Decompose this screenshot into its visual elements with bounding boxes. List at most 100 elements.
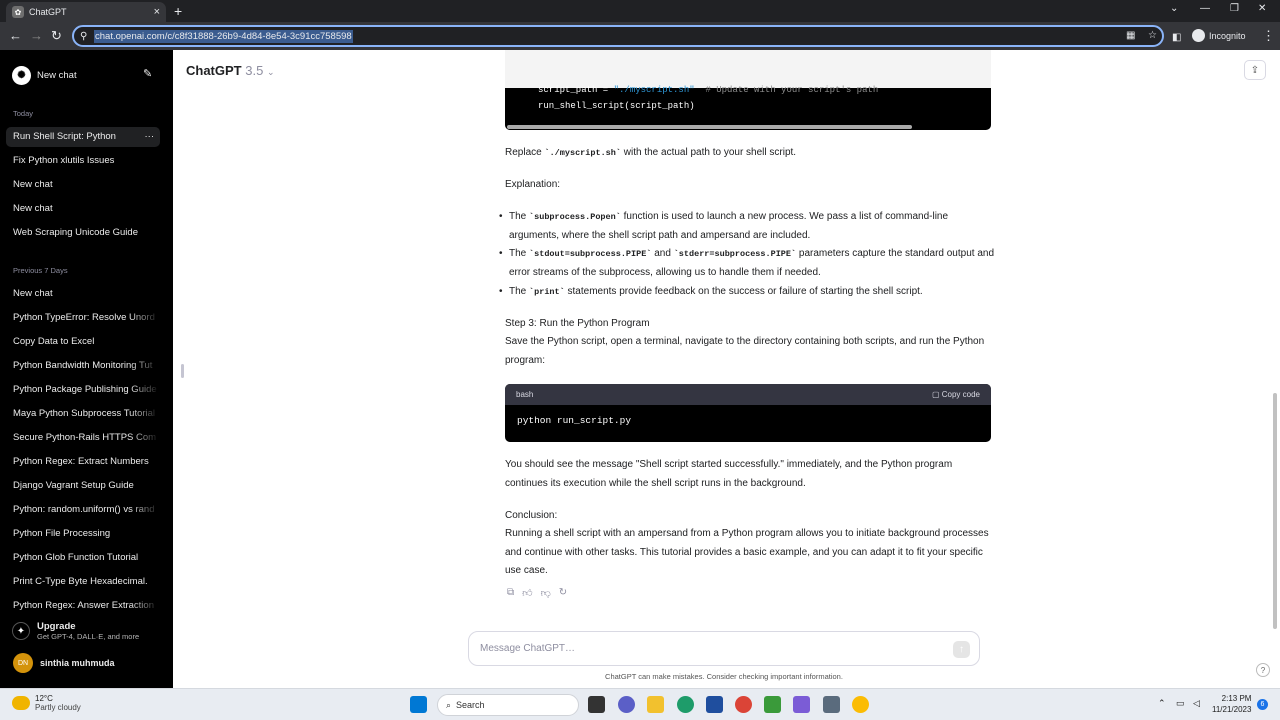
clipboard-icon: ▢ xyxy=(931,390,942,399)
chat-item[interactable]: New chat xyxy=(6,175,160,195)
back-icon[interactable]: ← xyxy=(9,28,22,44)
edge-icon[interactable] xyxy=(677,696,694,713)
temperature: 12°C xyxy=(35,694,53,703)
browser-tab[interactable]: ✿ ChatGPT × xyxy=(6,2,166,22)
new-tab-icon[interactable]: + xyxy=(174,3,182,19)
message-input[interactable]: Message ChatGPT… ↑ xyxy=(468,631,980,666)
sparkle-icon: ✦ xyxy=(12,622,30,640)
chevron-down-icon: ⌄ xyxy=(266,67,275,77)
incognito-profile[interactable]: Incognito xyxy=(1192,29,1246,42)
copy-code-button[interactable]: ▢ Copy code xyxy=(932,390,980,399)
bookmark-star-icon[interactable]: ☆ xyxy=(1148,30,1157,41)
url-text[interactable]: chat.openai.com/c/c8f31888-26b9-4d84-8e5… xyxy=(94,29,353,43)
chat-item[interactable]: Run Shell Script: Python ··· xyxy=(6,127,160,147)
model-version: 3.5 xyxy=(245,63,264,78)
app-icon[interactable] xyxy=(823,696,840,713)
list-item: • The `stdout=subprocess.PIPE` and `stder… xyxy=(499,248,995,278)
chat-item[interactable]: Python File Processing xyxy=(6,524,160,544)
chat-item-label: Run Shell Script: Python xyxy=(13,131,116,142)
model-selector[interactable]: ChatGPT 3.5 ⌄ xyxy=(186,63,275,78)
chat-item[interactable]: Print C-Type Byte Hexadecimal. xyxy=(6,572,160,592)
chat-item[interactable]: New chat xyxy=(6,199,160,219)
chat-item[interactable]: Python Regex: Answer Extraction xyxy=(6,596,160,616)
partly-cloudy-icon xyxy=(12,696,30,710)
model-name: ChatGPT xyxy=(186,63,242,78)
compose-icon[interactable]: ✎ xyxy=(143,67,152,80)
avatar: DN xyxy=(13,653,33,673)
chat-item[interactable]: Web Scraping Unicode Guide xyxy=(6,223,160,243)
text: and xyxy=(651,248,674,259)
chat-item[interactable]: Python Bandwidth Monitoring Tut xyxy=(6,356,160,376)
weather-widget[interactable]: 12°C Partly cloudy xyxy=(12,694,81,712)
send-arrow-icon[interactable]: ↑ xyxy=(953,641,970,658)
chat-item[interactable]: Maya Python Subprocess Tutorial xyxy=(6,404,160,424)
chat-item[interactable]: Python: random.uniform() vs rand xyxy=(6,500,160,520)
share-icon[interactable]: ⇪ xyxy=(1244,60,1266,80)
result-paragraph: You should see the message "Shell script… xyxy=(505,459,953,489)
browser-menu-icon[interactable]: ⋮ xyxy=(1262,28,1275,44)
close-window-icon[interactable]: ✕ xyxy=(1258,3,1266,14)
incognito-eye-icon[interactable]: ▦ xyxy=(1126,30,1135,41)
code-comment: # Update with your script's path xyxy=(694,85,879,95)
app-icon[interactable] xyxy=(764,696,781,713)
weather-condition: Partly cloudy xyxy=(35,703,81,712)
help-icon[interactable]: ? xyxy=(1256,663,1270,677)
chatgpt-favicon-icon: ✿ xyxy=(12,6,24,18)
minimize-icon[interactable]: — xyxy=(1200,3,1210,14)
new-chat-button[interactable]: ✺ New chat xyxy=(12,66,77,85)
openai-logo-icon: ✺ xyxy=(12,66,31,85)
user-menu[interactable]: DN sinthia muhmuda xyxy=(13,653,115,673)
chrome-icon[interactable] xyxy=(735,696,752,713)
clock[interactable]: 2:13 PM 11/21/2023 xyxy=(1212,693,1251,715)
chat-item[interactable]: Secure Python-Rails HTTPS Com xyxy=(6,428,160,448)
chat-item[interactable]: Django Vagrant Setup Guide xyxy=(6,476,160,496)
sidebar: ✺ New chat ✎ Today Run Shell Script: Pyt… xyxy=(0,50,173,688)
new-chat-label: New chat xyxy=(37,70,77,81)
chat-item[interactable]: Fix Python xlutils Issues xyxy=(6,151,160,171)
network-icon[interactable]: ▭ xyxy=(1176,698,1185,709)
chat-item[interactable]: Python Package Publishing Guide xyxy=(6,380,160,400)
chrome-incognito-icon[interactable] xyxy=(852,696,869,713)
site-info-icon[interactable]: ⚲ xyxy=(80,31,94,42)
app-icon[interactable] xyxy=(793,696,810,713)
task-view-icon[interactable] xyxy=(588,696,605,713)
maximize-icon[interactable]: ❐ xyxy=(1230,3,1239,14)
chat-item[interactable]: Python Glob Function Tutorial xyxy=(6,548,160,568)
file-explorer-icon[interactable] xyxy=(647,696,664,713)
windows-start-icon[interactable] xyxy=(410,696,427,713)
chat-item[interactable]: Copy Data to Excel xyxy=(6,332,160,352)
windows-taskbar: 12°C Partly cloudy ⌕ Search ⌃ ▭ ◁ 2:13 P… xyxy=(0,688,1280,720)
list-item: • The `subprocess.Popen` function is used… xyxy=(499,211,949,241)
notification-badge[interactable]: 6 xyxy=(1257,699,1268,710)
tab-search-icon[interactable]: ⌄ xyxy=(1170,3,1178,14)
sidebar-toggle-handle[interactable] xyxy=(181,364,184,378)
code-line: run_shell_script(script_path) xyxy=(538,101,695,111)
code-horizontal-scrollbar[interactable] xyxy=(507,125,912,129)
copy-icon[interactable]: ⧉ xyxy=(507,587,514,599)
volume-icon[interactable]: ◁ xyxy=(1193,698,1200,709)
forward-icon[interactable]: → xyxy=(30,28,43,44)
tray-chevron-icon[interactable]: ⌃ xyxy=(1158,698,1166,709)
taskbar-search[interactable]: ⌕ Search xyxy=(437,694,579,716)
code-body: python run_script.py xyxy=(517,415,632,426)
tab-title: ChatGPT xyxy=(29,7,67,17)
code-line: script_path = "./myscript.sh" # Update w… xyxy=(538,85,878,95)
regenerate-icon[interactable]: ↻ xyxy=(559,587,567,599)
upgrade-button[interactable]: ✦ Upgrade Get GPT-4, DALL·E, and more xyxy=(12,621,139,641)
address-bar[interactable]: ⚲ chat.openai.com/c/c8f31888-26b9-4d84-8… xyxy=(72,25,1164,47)
browser-tab-bar: ✿ ChatGPT × + ⌄ — ❐ ✕ xyxy=(0,0,1280,22)
chat-item[interactable]: Python TypeError: Resolve Unord xyxy=(6,308,160,328)
store-icon[interactable] xyxy=(706,696,723,713)
chat-item[interactable]: New chat xyxy=(6,284,160,304)
thumbs-up-icon[interactable]: 👍︎ xyxy=(522,587,532,599)
chat-item[interactable]: Python Regex: Extract Numbers xyxy=(6,452,160,472)
reload-icon[interactable]: ↻ xyxy=(51,28,62,44)
page-scrollbar[interactable] xyxy=(1273,393,1277,629)
more-options-icon[interactable]: ··· xyxy=(145,127,155,147)
code-string: "./myscript.sh" xyxy=(613,85,695,95)
chat-app-icon[interactable] xyxy=(618,696,635,713)
side-panel-icon[interactable]: ◧ xyxy=(1172,30,1181,46)
replace-paragraph: Replace `./myscript.sh` with the actual … xyxy=(505,144,995,163)
close-tab-icon[interactable]: × xyxy=(154,6,160,18)
thumbs-down-icon[interactable]: 👎︎ xyxy=(541,587,551,599)
